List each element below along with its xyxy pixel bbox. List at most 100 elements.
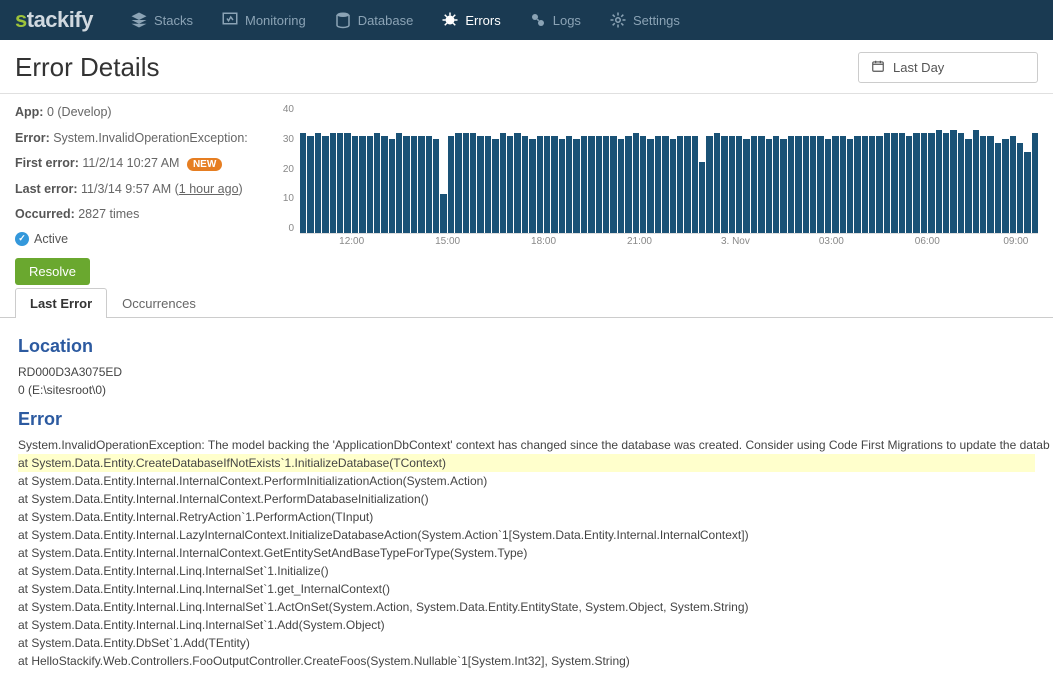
- chart-bar[interactable]: [795, 136, 801, 233]
- chart-bar[interactable]: [426, 136, 432, 233]
- tab-last-error[interactable]: Last Error: [15, 288, 107, 318]
- chart-bar[interactable]: [514, 133, 520, 233]
- chart-bar[interactable]: [610, 136, 616, 233]
- chart-bar[interactable]: [684, 136, 690, 233]
- chart-bar[interactable]: [300, 133, 306, 233]
- chart-bar[interactable]: [810, 136, 816, 233]
- chart-bar[interactable]: [396, 133, 402, 233]
- chart-bar[interactable]: [973, 130, 979, 233]
- chart-bar[interactable]: [455, 133, 461, 233]
- chart-bar[interactable]: [950, 130, 956, 233]
- chart-bar[interactable]: [987, 136, 993, 233]
- nav-errors[interactable]: Errors: [429, 5, 512, 35]
- chart-bar[interactable]: [603, 136, 609, 233]
- chart-bar[interactable]: [995, 143, 1001, 233]
- chart-bar[interactable]: [618, 139, 624, 233]
- chart-bar[interactable]: [381, 136, 387, 233]
- chart-bar[interactable]: [544, 136, 550, 233]
- chart-bar[interactable]: [500, 133, 506, 233]
- chart-bar[interactable]: [832, 136, 838, 233]
- chart-bar[interactable]: [507, 136, 513, 233]
- chart-bar[interactable]: [307, 136, 313, 233]
- chart-bar[interactable]: [677, 136, 683, 233]
- chart-bar[interactable]: [1032, 133, 1038, 233]
- chart-bar[interactable]: [758, 136, 764, 233]
- chart-bar[interactable]: [367, 136, 373, 233]
- chart-bar[interactable]: [337, 133, 343, 233]
- chart-bar[interactable]: [766, 139, 772, 233]
- chart-bar[interactable]: [1010, 136, 1016, 233]
- chart-bar[interactable]: [840, 136, 846, 233]
- chart-bar[interactable]: [411, 136, 417, 233]
- chart-bar[interactable]: [566, 136, 572, 233]
- chart-bar[interactable]: [1002, 139, 1008, 233]
- chart-bar[interactable]: [640, 136, 646, 233]
- tab-occurrences[interactable]: Occurrences: [107, 288, 211, 318]
- chart-bar[interactable]: [936, 130, 942, 233]
- chart-bar[interactable]: [714, 133, 720, 233]
- chart-bar[interactable]: [330, 133, 336, 233]
- chart-bar[interactable]: [559, 139, 565, 233]
- chart-bar[interactable]: [913, 133, 919, 233]
- chart-bar[interactable]: [884, 133, 890, 233]
- chart-bar[interactable]: [662, 136, 668, 233]
- chart-bar[interactable]: [655, 136, 661, 233]
- chart-bar[interactable]: [440, 194, 446, 233]
- brand-logo[interactable]: stackify: [15, 7, 93, 33]
- chart-bar[interactable]: [352, 136, 358, 233]
- chart-bar[interactable]: [869, 136, 875, 233]
- chart-bar[interactable]: [773, 136, 779, 233]
- chart-bar[interactable]: [862, 136, 868, 233]
- chart-bar[interactable]: [596, 136, 602, 233]
- chart-bar[interactable]: [780, 139, 786, 233]
- chart-bar[interactable]: [359, 136, 365, 233]
- chart-bar[interactable]: [928, 133, 934, 233]
- chart-bar[interactable]: [573, 139, 579, 233]
- chart-bar[interactable]: [721, 136, 727, 233]
- chart-bar[interactable]: [581, 136, 587, 233]
- chart-bar[interactable]: [958, 133, 964, 233]
- chart-bar[interactable]: [980, 136, 986, 233]
- chart-bar[interactable]: [743, 139, 749, 233]
- chart-bar[interactable]: [537, 136, 543, 233]
- chart-bar[interactable]: [448, 136, 454, 233]
- chart-bar[interactable]: [485, 136, 491, 233]
- chart-bar[interactable]: [322, 136, 328, 233]
- nav-settings[interactable]: Settings: [597, 5, 692, 35]
- chart-bar[interactable]: [699, 162, 705, 233]
- chart-bar[interactable]: [551, 136, 557, 233]
- chart-bar[interactable]: [906, 136, 912, 233]
- resolve-button[interactable]: Resolve: [15, 258, 90, 285]
- nav-monitoring[interactable]: Monitoring: [209, 5, 318, 35]
- chart-bar[interactable]: [825, 139, 831, 233]
- chart-bar[interactable]: [803, 136, 809, 233]
- chart-bar[interactable]: [418, 136, 424, 233]
- chart-bar[interactable]: [389, 139, 395, 233]
- chart-bar[interactable]: [344, 133, 350, 233]
- chart-bar[interactable]: [463, 133, 469, 233]
- chart-bar[interactable]: [692, 136, 698, 233]
- chart-bar[interactable]: [847, 139, 853, 233]
- chart-bar[interactable]: [751, 136, 757, 233]
- chart-bar[interactable]: [403, 136, 409, 233]
- chart-bar[interactable]: [788, 136, 794, 233]
- chart-bar[interactable]: [470, 133, 476, 233]
- chart-bar[interactable]: [876, 136, 882, 233]
- chart-bar[interactable]: [477, 136, 483, 233]
- nav-database[interactable]: Database: [322, 5, 426, 35]
- chart-bar[interactable]: [965, 139, 971, 233]
- chart-bar[interactable]: [529, 139, 535, 233]
- chart-bar[interactable]: [817, 136, 823, 233]
- chart-bar[interactable]: [899, 133, 905, 233]
- chart-bar[interactable]: [706, 136, 712, 233]
- chart-bar[interactable]: [647, 139, 653, 233]
- chart-bar[interactable]: [729, 136, 735, 233]
- date-range-picker[interactable]: Last Day: [858, 52, 1038, 83]
- chart-bar[interactable]: [522, 136, 528, 233]
- chart-bar[interactable]: [492, 139, 498, 233]
- chart-bar[interactable]: [1017, 143, 1023, 233]
- chart-bar[interactable]: [891, 133, 897, 233]
- chart-bar[interactable]: [633, 133, 639, 233]
- chart-bar[interactable]: [315, 133, 321, 233]
- chart-bar[interactable]: [625, 136, 631, 233]
